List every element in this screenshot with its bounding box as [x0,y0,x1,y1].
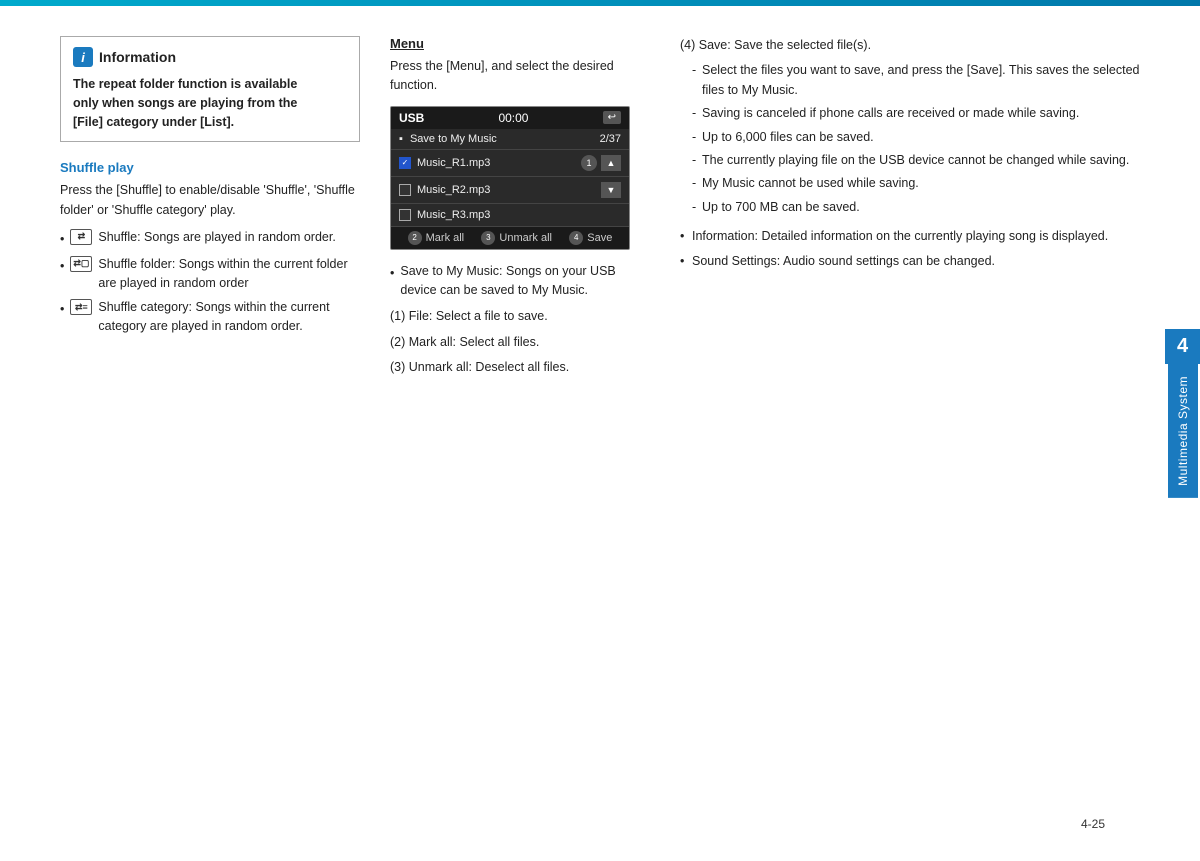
shuffle-icon: ⇄ [70,229,92,245]
usb-file-row-1[interactable]: Music_R1.mp3 1 ▲ [391,150,629,177]
usb-file-row-2[interactable]: Music_R2.mp3 ▼ [391,177,629,204]
usb-mark-all[interactable]: 2 Mark all [408,231,465,245]
information-box: i Information The repeat folder function… [60,36,360,142]
dash-list: Select the files you want to save, and p… [692,61,1145,217]
list-item: • ⇄▢ Shuffle folder: Songs within the cu… [60,255,360,293]
usb-checkbox-3[interactable] [399,209,411,221]
list-item: • ⇄≡ Shuffle category: Songs within the … [60,298,360,336]
step-circle-1: 1 [581,155,597,171]
step-circle-4: 4 [569,231,583,245]
step-4-para: (4) Save: Save the selected file(s). [680,36,1145,55]
step-2-para: (2) Mark all: Select all files. [390,333,650,352]
usb-scroll-down[interactable]: ▼ [601,182,621,198]
usb-screen: USB 00:00 ↩ ▪ Save to My Music 2/37 [390,106,630,250]
info-icon: i [73,47,93,67]
list-item: Saving is canceled if phone calls are re… [692,104,1145,123]
chapter-number: 4 [1165,329,1200,364]
usb-save-button[interactable]: 4 Save [569,231,612,245]
shuffle-category-icon: ⇄≡ [70,299,92,315]
left-column: i Information The repeat folder function… [60,36,360,807]
middle-column: Menu Press the [Menu], and select the de… [390,36,650,807]
list-item: • Save to My Music: Songs on your USB de… [390,262,650,300]
usb-save-title-row: ▪ Save to My Music 2/37 [391,129,629,150]
usb-save-title: ▪ Save to My Music [399,133,497,145]
usb-filename-2: Music_R2.mp3 [417,184,490,196]
list-item: My Music cannot be used while saving. [692,174,1145,193]
usb-header: USB 00:00 ↩ [391,107,629,129]
info-title-text: Information [99,49,176,65]
chapter-tab-label: Multimedia System [1168,364,1198,498]
usb-time: 00:00 [498,111,528,125]
list-item: Select the files you want to save, and p… [692,61,1145,100]
usb-save-count: 2/37 [600,133,621,145]
shuffle-intro: Press the [Shuffle] to enable/disable 'S… [60,181,360,220]
right-sidebar: 4 Multimedia System [1165,6,1200,861]
info-body: The repeat folder function is available … [73,75,347,131]
list-item: Up to 700 MB can be saved. [692,198,1145,217]
shuffle-folder-icon: ⇄▢ [70,256,92,272]
usb-label: USB [399,111,424,125]
right-column: (4) Save: Save the selected file(s). Sel… [680,36,1145,807]
list-item: • ⇄ Shuffle: Songs are played in random … [60,228,360,249]
list-item: The currently playing file on the USB de… [692,151,1145,170]
usb-bottom-buttons: 2 Mark all 3 Unmark all 4 Save [391,227,629,249]
step-circle-2: 2 [408,231,422,245]
list-item: Sound Settings: Audio sound settings can… [680,252,1145,271]
menu-bullet-list: • Save to My Music: Songs on your USB de… [390,262,650,300]
menu-header: Menu [390,36,650,51]
usb-unmark-all[interactable]: 3 Unmark all [481,231,552,245]
list-item: Up to 6,000 files can be saved. [692,128,1145,147]
usb-file-row-3[interactable]: Music_R3.mp3 [391,204,629,227]
step-3-para: (3) Unmark all: Deselect all files. [390,358,650,377]
usb-scroll-up[interactable]: ▲ [601,155,621,171]
page-number: 4-25 [1081,817,1105,831]
usb-filename-3: Music_R3.mp3 [417,209,490,221]
usb-checkbox-2[interactable] [399,184,411,196]
shuffle-section-header: Shuffle play [60,160,360,175]
menu-intro: Press the [Menu], and select the desired… [390,57,650,96]
list-item: Information: Detailed information on the… [680,227,1145,246]
step-1-para: (1) File: Select a file to save. [390,307,650,326]
usb-back-button[interactable]: ↩ [603,111,621,124]
right-bullet-list: Information: Detailed information on the… [680,227,1145,272]
page-footer: 4-25 [60,807,1145,841]
usb-filename-1: Music_R1.mp3 [417,157,490,169]
shuffle-bullet-list: • ⇄ Shuffle: Songs are played in random … [60,228,360,336]
usb-checkbox-1[interactable] [399,157,411,169]
step-circle-3: 3 [481,231,495,245]
